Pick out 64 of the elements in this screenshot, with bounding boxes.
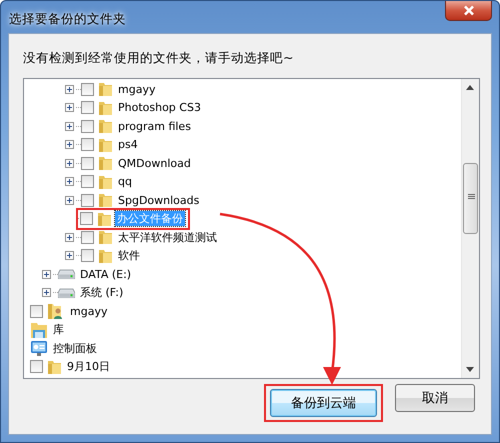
grip-icon[interactable] (468, 194, 475, 200)
tree-item[interactable]: 太平洋软件频道测试 (116, 230, 219, 245)
scroll-down-icon[interactable] (466, 367, 474, 372)
expand-icon[interactable] (64, 103, 74, 112)
drive-icon (58, 269, 75, 280)
tree-item[interactable]: 软件 (116, 248, 142, 264)
backup-button[interactable]: 备份到云端 (270, 389, 377, 417)
tree-item[interactable]: SpgDownloads (116, 192, 202, 208)
folder-icon (98, 100, 113, 116)
folder-icon (47, 358, 62, 375)
tree-item[interactable]: 控制面板 (51, 340, 99, 356)
tree-item[interactable]: 系统 (F:) (78, 285, 126, 300)
checkbox[interactable] (81, 249, 94, 262)
checkbox[interactable] (81, 120, 94, 133)
expand-icon[interactable] (64, 140, 74, 150)
folder-icon (98, 192, 113, 208)
instruction-text: 没有检测到经常使用的文件夹，请手动选择吧~ (23, 49, 294, 67)
folder-icon (98, 81, 113, 98)
close-icon (462, 5, 474, 16)
user-folder-icon (47, 302, 65, 320)
control-panel-icon (30, 339, 48, 358)
cancel-button[interactable]: 取消 (395, 384, 475, 412)
expand-icon[interactable] (64, 196, 74, 205)
checkbox[interactable] (81, 138, 94, 152)
tree-item[interactable]: 库 (51, 322, 66, 338)
tree-item[interactable]: DATA (E:) (78, 266, 134, 282)
checkbox[interactable] (80, 212, 93, 226)
checkbox[interactable] (81, 230, 94, 244)
tree-item[interactable]: 9月10日 (65, 359, 112, 374)
close-button[interactable] (445, 1, 492, 21)
expand-icon[interactable] (64, 158, 74, 168)
folder-icon (98, 155, 113, 172)
drive-icon (58, 288, 75, 298)
expand-icon[interactable] (42, 270, 50, 279)
checkbox[interactable] (81, 82, 94, 96)
checkbox[interactable] (81, 175, 94, 188)
checkbox[interactable] (81, 156, 94, 170)
folder-icon (97, 210, 112, 227)
folder-icon (98, 136, 113, 153)
folder-icon (98, 174, 113, 190)
checkbox[interactable] (30, 360, 43, 374)
expand-icon[interactable] (64, 251, 74, 260)
tree-item[interactable]: Photoshop CS3 (116, 100, 203, 116)
folder-icon (98, 118, 113, 134)
expand-icon[interactable] (42, 288, 50, 298)
expand-icon[interactable] (64, 122, 74, 131)
expand-icon[interactable] (64, 232, 74, 242)
tree-item[interactable]: ps4 (116, 137, 140, 152)
tree-item[interactable]: qq (116, 174, 134, 190)
expand-icon[interactable] (64, 84, 74, 94)
checkbox[interactable] (81, 194, 94, 207)
library-icon (30, 320, 48, 339)
checkbox[interactable] (30, 304, 43, 318)
window-title: 选择要备份的文件夹 (8, 10, 126, 28)
expand-icon[interactable] (64, 177, 74, 186)
folder-icon (98, 248, 113, 264)
tree-item[interactable]: mgayy (116, 82, 158, 97)
scrollbar[interactable] (461, 79, 479, 378)
checkbox[interactable] (81, 101, 94, 114)
tree-item[interactable]: mgayy (68, 304, 110, 319)
tree-item[interactable]: QMDownload (116, 156, 193, 171)
tree-item[interactable]: program files (116, 118, 193, 134)
folder-icon (98, 229, 113, 246)
scroll-up-icon[interactable] (466, 85, 474, 90)
